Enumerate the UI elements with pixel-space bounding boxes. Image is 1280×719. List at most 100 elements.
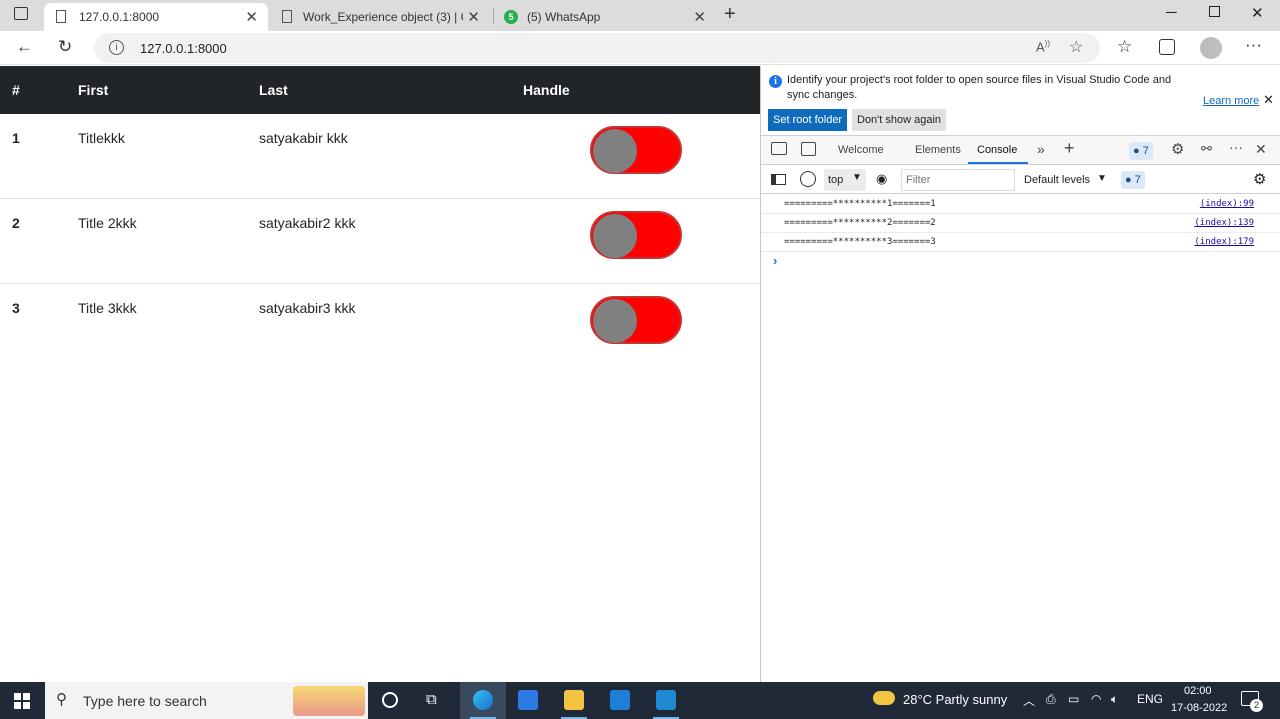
close-window-icon[interactable]: ✕ bbox=[1251, 4, 1264, 22]
tab-localhost[interactable]: 127.0.0.1:8000 ✕ bbox=[44, 3, 268, 31]
more-options-icon[interactable]: ··· bbox=[1229, 139, 1243, 155]
issues-badge[interactable]: ● 7 bbox=[1121, 171, 1145, 189]
console-filter-input[interactable] bbox=[901, 169, 1015, 191]
log-source-link[interactable]: (index):179 bbox=[1194, 237, 1254, 247]
clear-console-icon[interactable] bbox=[800, 171, 816, 187]
table-row: 3 Title 3kkk satyakabir3 kkk bbox=[0, 284, 760, 369]
windows-taskbar: ⚲ Type here to search ⧉ 28°C Partly sunn… bbox=[0, 682, 1280, 719]
wifi-icon[interactable]: ◠ bbox=[1091, 692, 1101, 706]
add-favorite-icon[interactable]: ☆ bbox=[1069, 37, 1083, 57]
row-last: satyakabir3 kkk bbox=[259, 300, 356, 316]
taskbar-mail[interactable] bbox=[597, 682, 643, 719]
header-last: Last bbox=[259, 82, 288, 98]
more-tabs-icon[interactable]: » bbox=[1037, 141, 1045, 157]
edge-icon bbox=[473, 690, 493, 710]
notification-count: 2 bbox=[1250, 699, 1263, 712]
row-number: 1 bbox=[12, 130, 20, 146]
tab-actions-icon[interactable] bbox=[14, 7, 28, 20]
whatsapp-icon: 5 bbox=[504, 10, 518, 24]
taskbar-edge[interactable] bbox=[460, 682, 506, 719]
console-settings-icon[interactable]: ⚙ bbox=[1253, 170, 1266, 188]
console-prompt-icon[interactable]: › bbox=[773, 253, 777, 268]
toggle-switch[interactable] bbox=[590, 126, 682, 174]
tab-elements[interactable]: Elements bbox=[915, 144, 961, 156]
restore-icon[interactable] bbox=[1209, 6, 1220, 17]
close-icon[interactable]: ✕ bbox=[693, 8, 706, 26]
url-text: 127.0.0.1:8000 bbox=[140, 41, 227, 56]
console-log-entry: =========**********2=======2 (index):139 bbox=[761, 214, 1280, 233]
url-field[interactable]: i 127.0.0.1:8000 A)) ☆ bbox=[94, 33, 1100, 63]
more-icon[interactable]: ··· bbox=[1245, 35, 1262, 55]
log-source-link[interactable]: (index):99 bbox=[1200, 199, 1254, 209]
clock-time[interactable]: 02:00 bbox=[1184, 685, 1212, 697]
tab-title: 127.0.0.1:8000 bbox=[79, 10, 160, 24]
language-indicator[interactable]: ENG bbox=[1137, 692, 1163, 706]
log-message: =========**********2=======2 bbox=[784, 218, 936, 228]
favorites-icon[interactable]: ☆ bbox=[1117, 37, 1132, 57]
dont-show-again-button[interactable]: Don't show again bbox=[852, 109, 947, 131]
task-view-icon[interactable]: ⧉ bbox=[426, 691, 437, 708]
back-icon[interactable]: ← bbox=[16, 37, 33, 57]
row-number: 2 bbox=[12, 215, 20, 231]
new-tab-icon[interactable]: + bbox=[724, 3, 736, 26]
store-icon bbox=[518, 690, 538, 710]
row-last: satyakabir kkk bbox=[259, 130, 348, 146]
taskbar-explorer[interactable] bbox=[551, 682, 597, 719]
log-source-link[interactable]: (index):139 bbox=[1194, 218, 1254, 228]
close-icon[interactable]: ✕ bbox=[467, 8, 480, 26]
inspect-icon[interactable] bbox=[771, 142, 787, 155]
tab-whatsapp[interactable]: 5 (5) WhatsApp ✕ bbox=[496, 3, 716, 31]
close-icon[interactable]: ✕ bbox=[1263, 92, 1274, 108]
close-devtools-icon[interactable]: ✕ bbox=[1255, 141, 1267, 158]
info-text-line1: Identify your project's root folder to o… bbox=[787, 74, 1172, 86]
cortana-icon[interactable] bbox=[382, 692, 398, 708]
weather-text[interactable]: 28°C Partly sunny bbox=[903, 692, 1007, 707]
address-bar: ← ↻ i 127.0.0.1:8000 A)) ☆ ☆ ··· bbox=[0, 31, 1280, 65]
row-last: satyakabir2 kkk bbox=[259, 215, 356, 231]
show-hidden-icons-icon[interactable]: ︿ bbox=[1023, 692, 1035, 709]
tab-welcome[interactable]: Welcome bbox=[838, 144, 884, 156]
dropdown-icon: ▼ bbox=[1097, 173, 1107, 184]
context-select[interactable]: top ▼ bbox=[824, 169, 866, 191]
taskbar-search-box[interactable]: ⚲ Type here to search bbox=[45, 682, 368, 719]
settings-icon[interactable]: ⚙ bbox=[1171, 140, 1184, 158]
clock-date[interactable]: 17-08-2022 bbox=[1171, 702, 1227, 714]
devtools-tabs: Welcome Elements Console » + ● 7 ⚙ ⚯ ···… bbox=[761, 135, 1280, 165]
live-expression-icon[interactable]: ◉ bbox=[876, 171, 887, 187]
row-first: Title 2kkk bbox=[78, 215, 137, 231]
tab-console[interactable]: Console bbox=[977, 144, 1017, 156]
profile-avatar[interactable] bbox=[1200, 37, 1222, 59]
learn-more-link[interactable]: Learn more bbox=[1203, 95, 1259, 107]
meet-now-icon[interactable]: ⎙ bbox=[1046, 692, 1056, 707]
site-info-icon[interactable]: i bbox=[109, 40, 124, 55]
collections-icon[interactable] bbox=[1159, 39, 1175, 55]
issues-badge[interactable]: ● 7 bbox=[1129, 142, 1153, 160]
log-message: =========**********1=======1 bbox=[784, 199, 936, 209]
taskbar-vscode[interactable] bbox=[643, 682, 689, 719]
windows-start-icon[interactable] bbox=[14, 693, 30, 709]
log-message: =========**********3=======3 bbox=[784, 237, 936, 247]
header-number: # bbox=[12, 82, 20, 98]
sidebar-toggle-icon[interactable] bbox=[771, 174, 786, 185]
toggle-switch[interactable] bbox=[590, 296, 682, 344]
refresh-icon[interactable]: ↻ bbox=[58, 37, 72, 57]
devtools-panel: i Identify your project's root folder to… bbox=[760, 66, 1280, 682]
taskbar-store[interactable] bbox=[505, 682, 551, 719]
volume-icon[interactable]: 🔈︎ bbox=[1111, 692, 1118, 707]
row-first: Titlekkk bbox=[78, 130, 125, 146]
set-root-folder-button[interactable]: Set root folder bbox=[768, 109, 848, 131]
add-tab-icon[interactable]: + bbox=[1064, 138, 1075, 159]
header-first: First bbox=[78, 82, 109, 98]
minimize-icon[interactable]: ─ bbox=[1166, 4, 1177, 21]
tab-work-experience[interactable]: Work_Experience object (3) | Cha ✕ bbox=[270, 3, 490, 31]
toggle-knob bbox=[593, 299, 637, 343]
toggle-switch[interactable] bbox=[590, 211, 682, 259]
log-levels-select[interactable]: Default levels bbox=[1024, 174, 1090, 186]
active-tab-indicator bbox=[968, 162, 1028, 164]
close-icon[interactable]: ✕ bbox=[245, 8, 258, 26]
battery-icon[interactable]: ▭ bbox=[1068, 692, 1079, 706]
read-aloud-icon[interactable]: A)) bbox=[1036, 39, 1050, 54]
tab-title: (5) WhatsApp bbox=[527, 10, 601, 24]
device-emulation-icon[interactable] bbox=[801, 142, 816, 156]
customize-icon[interactable]: ⚯ bbox=[1201, 141, 1212, 157]
